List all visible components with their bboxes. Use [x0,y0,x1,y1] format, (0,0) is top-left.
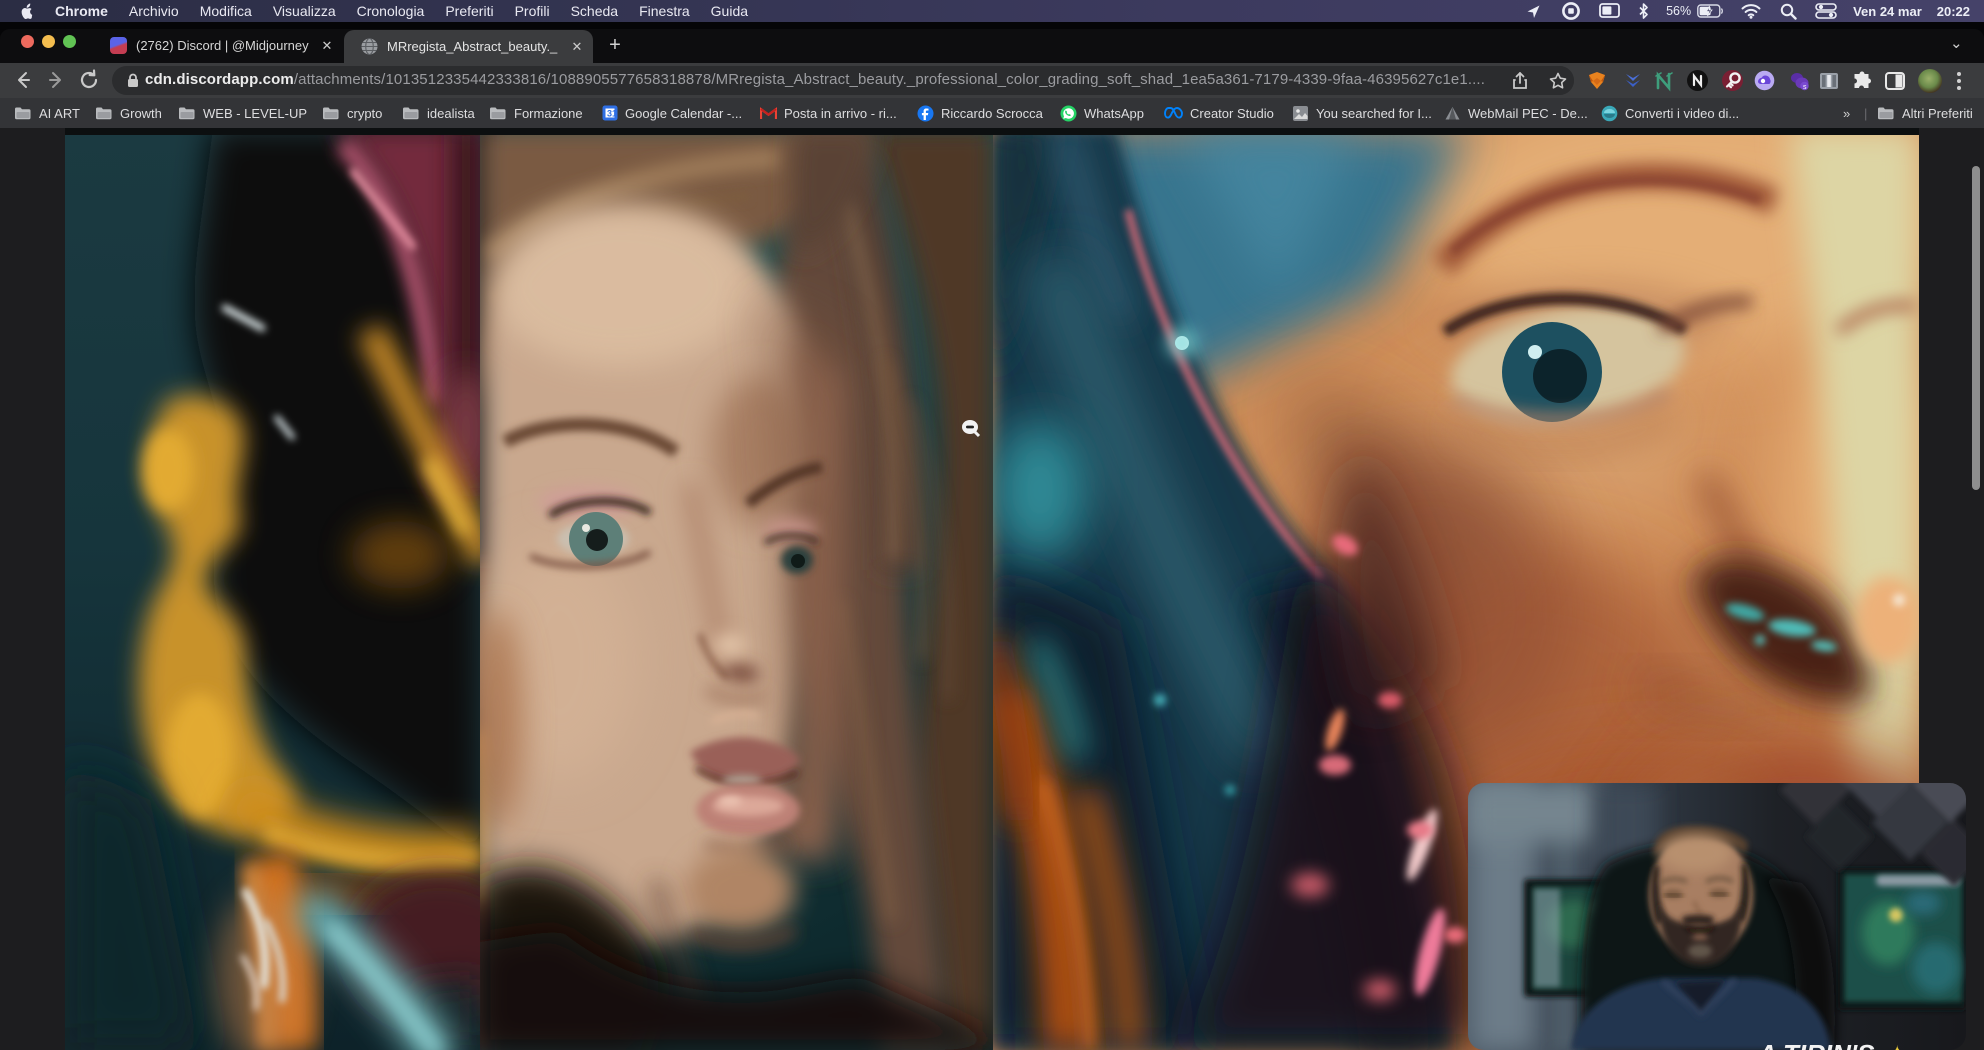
svg-text:A TIRIN'S: A TIRIN'S [1757,1039,1875,1050]
svg-text:s: s [1803,84,1807,91]
svg-text:✦: ✦ [1888,1041,1906,1050]
svg-text:31: 31 [607,109,617,119]
